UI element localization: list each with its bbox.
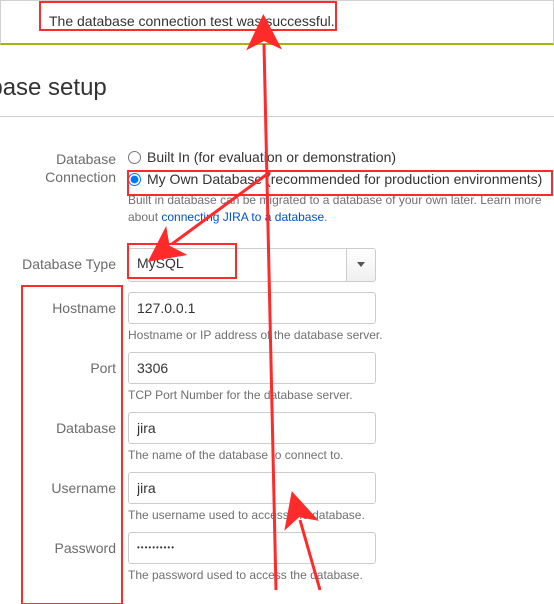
database-label: Database [0, 412, 128, 436]
username-input[interactable] [128, 472, 376, 504]
page-title: abase setup [0, 74, 107, 102]
dbtype-select[interactable]: MySQL [128, 248, 376, 282]
dbtype-dropdown-button[interactable] [346, 248, 376, 282]
connection-label: Database Connection [0, 146, 128, 186]
notification-text: The database connection test was success… [49, 13, 335, 29]
database-input[interactable] [128, 412, 376, 444]
docs-link[interactable]: connecting JIRA to a database [161, 210, 324, 224]
username-hint: The username used to access the database… [128, 508, 376, 522]
hostname-label: Hostname [0, 292, 128, 316]
port-input[interactable] [128, 352, 376, 384]
hostname-hint: Hostname or IP address of the database s… [128, 328, 383, 342]
dbtype-label: Database Type [0, 248, 128, 272]
dbtype-value: MySQL [128, 248, 346, 282]
hostname-input[interactable] [128, 292, 376, 324]
password-input[interactable] [128, 532, 376, 564]
setup-form: Database Connection Built In (for evalua… [0, 146, 554, 592]
radio-own-input[interactable] [128, 173, 141, 186]
password-hint: The password used to access the database… [128, 568, 376, 582]
password-label: Password [0, 532, 128, 556]
success-notification: The database connection test was success… [0, 0, 554, 45]
port-label: Port [0, 352, 128, 376]
radio-own-database[interactable]: My Own Database (recommended for product… [128, 168, 546, 190]
radio-own-label: My Own Database (recommended for product… [147, 171, 542, 187]
chevron-down-icon [357, 262, 365, 267]
radio-builtin[interactable]: Built In (for evaluation or demonstratio… [128, 146, 546, 168]
connection-hint: Built in database can be migrated to a d… [128, 192, 546, 226]
radio-builtin-input[interactable] [128, 151, 141, 164]
divider [0, 116, 554, 117]
database-hint: The name of the database to connect to. [128, 448, 376, 462]
username-label: Username [0, 472, 128, 496]
port-hint: TCP Port Number for the database server. [128, 388, 376, 402]
radio-builtin-label: Built In (for evaluation or demonstratio… [147, 149, 396, 165]
